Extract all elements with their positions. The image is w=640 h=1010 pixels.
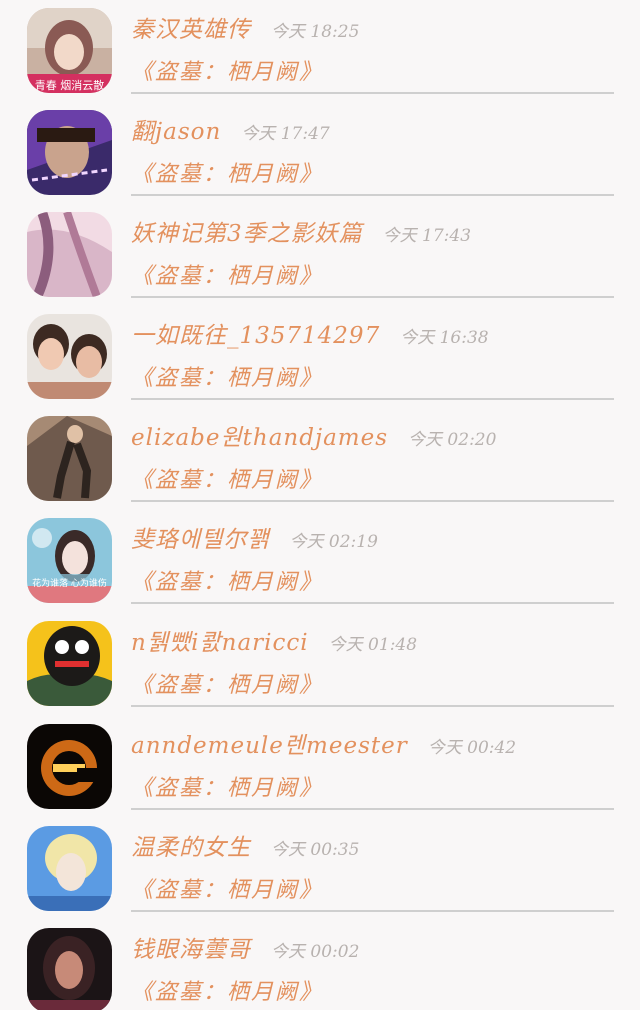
list-item[interactable]: 翻jason 今天 17:47 《盗墓：栖月阙》 <box>0 102 640 204</box>
timestamp: 今天 02:20 <box>408 430 497 450</box>
avatar[interactable] <box>27 724 112 809</box>
avatar[interactable] <box>27 928 112 1010</box>
timestamp: 今天 00:02 <box>271 942 360 962</box>
list-item[interactable]: 妖神记第3季之影妖篇 今天 17:43 《盗墓：栖月阙》 <box>0 204 640 306</box>
divider <box>131 705 614 707</box>
avatar[interactable] <box>27 110 112 195</box>
avatar-caption: 花为谁落 心为谁伤 <box>32 579 107 589</box>
divider <box>131 194 614 196</box>
book-title[interactable]: 《盗墓：栖月阙》 <box>131 54 323 86</box>
divider <box>131 910 614 912</box>
list-item[interactable]: 温柔的女生 今天 00:35 《盗墓：栖月阙》 <box>0 818 640 920</box>
divider <box>131 808 614 810</box>
divider <box>131 602 614 604</box>
user-name[interactable]: 一如既往_135714297 <box>131 316 380 350</box>
divider <box>131 500 614 502</box>
user-name[interactable]: 妖神记第3季之影妖篇 <box>131 214 363 248</box>
timestamp: 今天 18:25 <box>271 22 360 42</box>
avatar[interactable]: 青春 烟消云散 <box>27 8 112 93</box>
timestamp: 今天 17:43 <box>382 226 472 246</box>
book-title[interactable]: 《盗墓：栖月阙》 <box>131 564 323 596</box>
avatar[interactable] <box>27 212 112 297</box>
list-item[interactable]: elizabe원thandjames 今天 02:20 《盗墓：栖月阙》 <box>0 408 640 510</box>
divider <box>131 296 614 298</box>
user-name[interactable]: 斐珞에텔尔꽭 <box>131 520 269 554</box>
list-item[interactable]: n뒑뺐i콼naricci 今天 01:48 《盗墓：栖月阙》 <box>0 613 640 715</box>
user-name[interactable]: 秦汉英雄传 <box>131 10 251 44</box>
timestamp: 今天 16:38 <box>400 328 489 348</box>
timestamp: 今天 17:47 <box>241 124 330 144</box>
timestamp: 今天 01:48 <box>328 635 418 655</box>
list-item[interactable]: 一如既往_135714297 今天 16:38 《盗墓：栖月阙》 <box>0 306 640 408</box>
comment-list: 青春 烟消云散 秦汉英雄传 今天 18:25 《盗墓：栖月阙》 翻jason 今… <box>0 0 640 1010</box>
user-name[interactable]: 温柔的女生 <box>131 828 251 862</box>
divider <box>131 398 614 400</box>
book-title[interactable]: 《盗墓：栖月阙》 <box>131 156 323 188</box>
book-title[interactable]: 《盗墓：栖月阙》 <box>131 360 323 392</box>
timestamp: 今天 00:35 <box>271 840 360 860</box>
list-item[interactable]: 钱眼海蕓哥 今天 00:02 《盗墓：栖月阙》 <box>0 920 640 1010</box>
book-title[interactable]: 《盗墓：栖月阙》 <box>131 258 323 290</box>
book-title[interactable]: 《盗墓：栖月阙》 <box>131 462 323 494</box>
user-name[interactable]: 翻jason <box>131 112 221 146</box>
avatar[interactable] <box>27 826 112 911</box>
book-title[interactable]: 《盗墓：栖月阙》 <box>131 667 323 699</box>
user-name[interactable]: n뒑뺐i콼naricci <box>131 623 309 657</box>
divider <box>131 92 614 94</box>
timestamp: 今天 00:42 <box>427 738 517 758</box>
user-name[interactable]: anndemeule렌meester <box>131 726 408 760</box>
user-name[interactable]: elizabe원thandjames <box>131 418 388 452</box>
avatar[interactable] <box>27 416 112 501</box>
avatar[interactable] <box>27 621 112 706</box>
avatar[interactable] <box>27 314 112 399</box>
book-title[interactable]: 《盗墓：栖月阙》 <box>131 770 323 802</box>
list-item[interactable]: 青春 烟消云散 秦汉英雄传 今天 18:25 《盗墓：栖月阙》 <box>0 0 640 102</box>
list-item[interactable]: anndemeule렌meester 今天 00:42 《盗墓：栖月阙》 <box>0 716 640 818</box>
book-title[interactable]: 《盗墓：栖月阙》 <box>131 872 323 904</box>
avatar-caption: 青春 烟消云散 <box>34 79 105 92</box>
user-name[interactable]: 钱眼海蕓哥 <box>131 930 251 964</box>
avatar[interactable]: 花为谁落 心为谁伤 <box>27 518 112 603</box>
book-title[interactable]: 《盗墓：栖月阙》 <box>131 974 323 1006</box>
timestamp: 今天 02:19 <box>289 532 378 552</box>
list-item[interactable]: 花为谁落 心为谁伤 斐珞에텔尔꽭 今天 02:19 《盗墓：栖月阙》 <box>0 510 640 612</box>
